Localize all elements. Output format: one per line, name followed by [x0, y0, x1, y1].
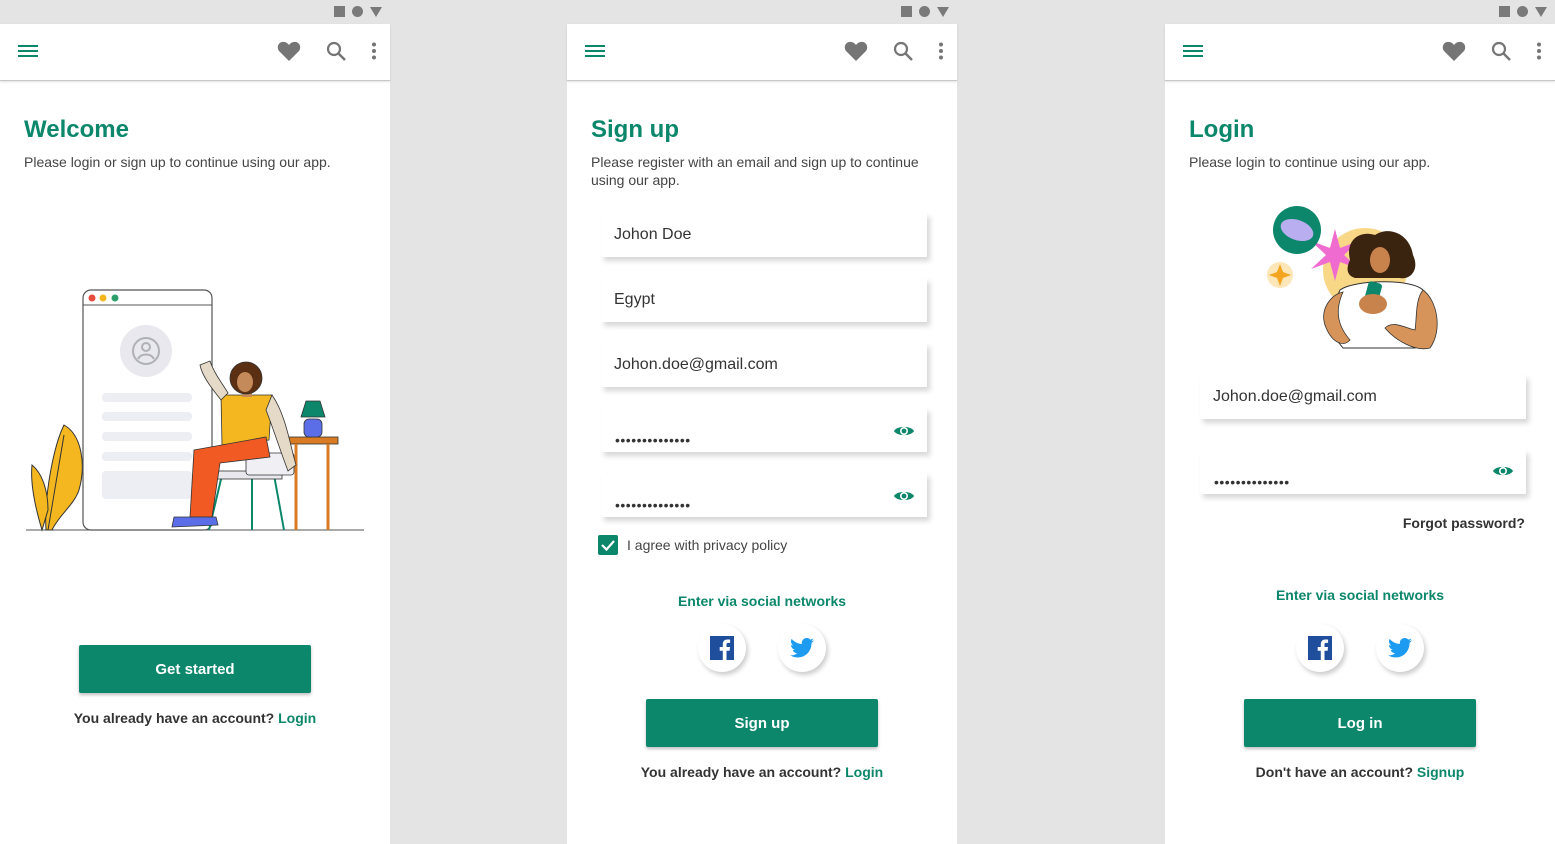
status-bar: [1165, 0, 1555, 24]
page-title: Sign up: [591, 116, 679, 143]
app-bar: [0, 24, 390, 81]
more-vert-icon[interactable]: [1535, 42, 1543, 60]
social-title: Enter via social networks: [677, 593, 847, 609]
facebook-button[interactable]: [698, 624, 746, 672]
social-title: Enter via social networks: [1275, 587, 1445, 603]
page-subtitle: Please register with an email and sign u…: [591, 154, 919, 188]
login-link[interactable]: Login: [278, 710, 316, 726]
country-field[interactable]: [601, 278, 927, 322]
signal-status-icon: [370, 6, 382, 17]
stop-status-icon: [334, 6, 345, 17]
eye-icon[interactable]: [893, 424, 915, 438]
login-screen: Login Please login to continue using our…: [1165, 0, 1555, 844]
record-status-icon: [352, 6, 363, 17]
sign-up-button[interactable]: Sign up: [646, 699, 878, 747]
record-status-icon: [919, 6, 930, 17]
hamburger-menu-icon[interactable]: [585, 43, 605, 59]
facebook-button[interactable]: [1296, 624, 1344, 672]
privacy-checkbox[interactable]: [598, 535, 618, 555]
email-field[interactable]: [1200, 375, 1526, 419]
account-prompt: You already have an account? Login: [567, 764, 957, 780]
page-subtitle: Please login to continue using our app.: [1189, 154, 1431, 170]
signal-status-icon: [937, 6, 949, 17]
email-field[interactable]: [601, 343, 927, 387]
search-icon[interactable]: [326, 41, 346, 61]
login-link[interactable]: Login: [845, 764, 883, 780]
forgot-password-link[interactable]: Forgot password?: [1403, 515, 1525, 531]
twitter-icon: [790, 638, 814, 658]
email-input[interactable]: [601, 343, 927, 387]
privacy-label: I agree with privacy policy: [627, 537, 788, 553]
password-mask: ••••••••••••••: [1214, 474, 1290, 490]
password-field[interactable]: ••••••••••••••: [1200, 450, 1526, 494]
heart-icon[interactable]: [277, 40, 301, 62]
facebook-icon: [1308, 636, 1332, 660]
eye-icon[interactable]: [893, 489, 915, 503]
app-bar: [1165, 24, 1555, 81]
search-icon[interactable]: [893, 41, 913, 61]
stop-status-icon: [901, 6, 912, 17]
page-subtitle: Please login or sign up to continue usin…: [24, 154, 331, 170]
confirm-password-mask: ••••••••••••••: [615, 497, 691, 513]
twitter-button[interactable]: [1376, 624, 1424, 672]
facebook-icon: [710, 636, 734, 660]
search-icon[interactable]: [1491, 41, 1511, 61]
checkmark-icon: [601, 540, 615, 552]
status-bar: [0, 0, 390, 24]
hamburger-menu-icon[interactable]: [1183, 43, 1203, 59]
email-input[interactable]: [1200, 375, 1526, 419]
stop-status-icon: [1499, 6, 1510, 17]
confirm-password-field[interactable]: ••••••••••••••: [601, 473, 927, 517]
hamburger-menu-icon[interactable]: [18, 43, 38, 59]
status-bar: [567, 0, 957, 24]
account-prompt: Don't have an account? Signup: [1165, 764, 1555, 780]
get-started-button[interactable]: Get started: [79, 645, 311, 693]
account-prompt-text: You already have an account?: [640, 764, 842, 780]
twitter-icon: [1388, 638, 1412, 658]
app-bar: [567, 24, 957, 81]
password-mask: ••••••••••••••: [615, 432, 691, 448]
welcome-illustration: [26, 289, 364, 532]
account-prompt: You already have an account? Login: [0, 710, 390, 726]
eye-icon[interactable]: [1492, 464, 1514, 478]
heart-icon[interactable]: [844, 40, 868, 62]
signup-screen: Sign up Please register with an email an…: [567, 0, 957, 844]
record-status-icon: [1517, 6, 1528, 17]
twitter-button[interactable]: [778, 624, 826, 672]
name-field[interactable]: [601, 213, 927, 257]
more-vert-icon[interactable]: [937, 42, 945, 60]
account-prompt-text: You already have an account?: [73, 710, 275, 726]
account-prompt-text: Don't have an account?: [1255, 764, 1414, 780]
country-input[interactable]: [601, 278, 927, 322]
more-vert-icon[interactable]: [370, 42, 378, 60]
signup-link[interactable]: Signup: [1417, 764, 1464, 780]
welcome-screen: Welcome Please login or sign up to conti…: [0, 0, 390, 844]
signal-status-icon: [1535, 6, 1547, 17]
page-title: Login: [1189, 116, 1255, 143]
login-illustration: [1267, 206, 1438, 350]
name-input[interactable]: [601, 213, 927, 257]
password-field[interactable]: ••••••••••••••: [601, 408, 927, 452]
log-in-button[interactable]: Log in: [1244, 699, 1476, 747]
page-title: Welcome: [24, 116, 129, 143]
heart-icon[interactable]: [1442, 40, 1466, 62]
